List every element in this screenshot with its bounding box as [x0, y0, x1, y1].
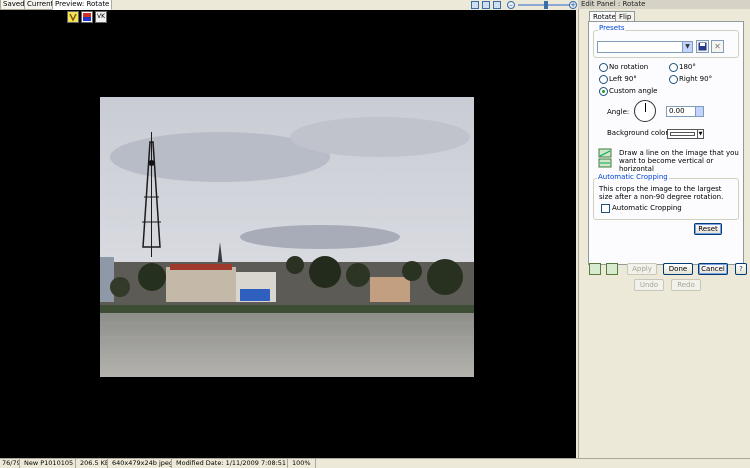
color-swatch — [670, 132, 695, 136]
cancel-button[interactable]: Cancel — [698, 263, 728, 275]
image-canvas[interactable]: VK — [0, 10, 576, 458]
radio-left-90[interactable]: Left 90° — [599, 75, 637, 84]
chevron-down-icon[interactable]: ▼ — [697, 130, 703, 138]
redo-button[interactable]: Redo — [671, 279, 701, 291]
zoom-slider[interactable] — [518, 1, 570, 9]
radio-custom-angle[interactable]: Custom angle — [599, 87, 657, 96]
panel-title: Edit Panel : Rotate — [578, 0, 750, 9]
straighten-hint: Draw a line on the image that you want t… — [619, 149, 739, 173]
zoom-slider-thumb[interactable] — [544, 1, 548, 9]
rotate-page: Presets ▼ ✕ No rotation 180° Left 90° Ri… — [588, 21, 744, 265]
angle-input[interactable]: 0.00 — [666, 106, 704, 117]
zoom-minus-icon[interactable]: – — [507, 1, 515, 9]
help-icon[interactable]: ? — [735, 263, 747, 275]
auto-crop-checkbox[interactable]: Automatic Cropping — [601, 204, 682, 213]
radio-label: 180° — [679, 63, 696, 71]
fullscreen-icon[interactable] — [493, 1, 501, 9]
radio-label: Right 90° — [679, 75, 713, 83]
tab-preview-rotate[interactable]: Preview: Rotate — [52, 0, 113, 10]
edit-panel: Rotate Flip Presets ▼ ✕ No rotation 180°… — [578, 9, 750, 458]
presets-title: Presets — [598, 24, 626, 32]
radio-right-90[interactable]: Right 90° — [669, 75, 712, 84]
status-dimensions: 640x479x24b jpeg — [112, 459, 172, 468]
tab-label: Rotate — [593, 13, 616, 21]
flag-icon[interactable] — [81, 11, 93, 23]
zoom-plus-icon[interactable]: + — [569, 1, 577, 9]
radio-label: Custom angle — [609, 87, 658, 95]
image-compare-icon[interactable] — [589, 263, 601, 275]
photo-preview — [100, 97, 474, 377]
radio-label: No rotation — [609, 63, 649, 71]
tab-label: Flip — [619, 13, 632, 21]
status-bar: 76/79 New P1010105 206.5 KB 640x479x24b … — [0, 458, 750, 468]
background-color-picker[interactable]: ▼ — [667, 129, 704, 139]
radio-no-rotation[interactable]: No rotation — [599, 63, 648, 72]
checkbox-label: Automatic Cropping — [612, 204, 682, 212]
chevron-down-icon[interactable]: ▼ — [682, 42, 692, 52]
status-filename: New P1010105 — [22, 459, 76, 468]
angle-label: Angle: — [607, 108, 630, 116]
straighten-icon[interactable] — [598, 148, 612, 168]
auto-crop-title: Automatic Cropping — [597, 173, 669, 181]
status-modified: Modified Date: 1/11/2009 7:08:51 PM — [176, 459, 288, 468]
apply-button[interactable]: Apply — [627, 263, 657, 275]
angle-dial[interactable] — [634, 100, 656, 122]
status-index: 76/79 — [2, 459, 20, 468]
angle-spinner[interactable] — [695, 107, 703, 116]
undo-button[interactable]: Undo — [634, 279, 664, 291]
actual-size-icon[interactable] — [482, 1, 490, 9]
reset-button[interactable]: Reset — [694, 223, 722, 235]
save-preset-icon[interactable] — [696, 40, 709, 53]
background-color-label: Background color: — [607, 129, 671, 137]
tab-label: Current — [27, 0, 54, 8]
tab-label: Saved — [3, 0, 25, 8]
auto-crop-description: This crops the image to the largest size… — [599, 185, 724, 201]
radio-label: Left 90° — [609, 75, 637, 83]
fit-view-icon[interactable] — [471, 1, 479, 9]
radio-180[interactable]: 180° — [669, 63, 696, 72]
view-tab-strip: Saved Current Preview: Rotate — [0, 0, 578, 10]
done-button[interactable]: Done — [663, 263, 693, 275]
angle-value: 0.00 — [669, 107, 685, 115]
v-icon[interactable] — [67, 11, 79, 23]
status-filesize: 206.5 KB — [80, 459, 108, 468]
vk-icon[interactable]: VK — [95, 11, 107, 23]
refresh-icon[interactable] — [606, 263, 618, 275]
delete-preset-icon[interactable]: ✕ — [711, 40, 724, 53]
status-zoom: 100% — [290, 459, 316, 468]
tab-label: Preview: Rotate — [55, 0, 110, 8]
presets-dropdown[interactable]: ▼ — [597, 41, 693, 53]
